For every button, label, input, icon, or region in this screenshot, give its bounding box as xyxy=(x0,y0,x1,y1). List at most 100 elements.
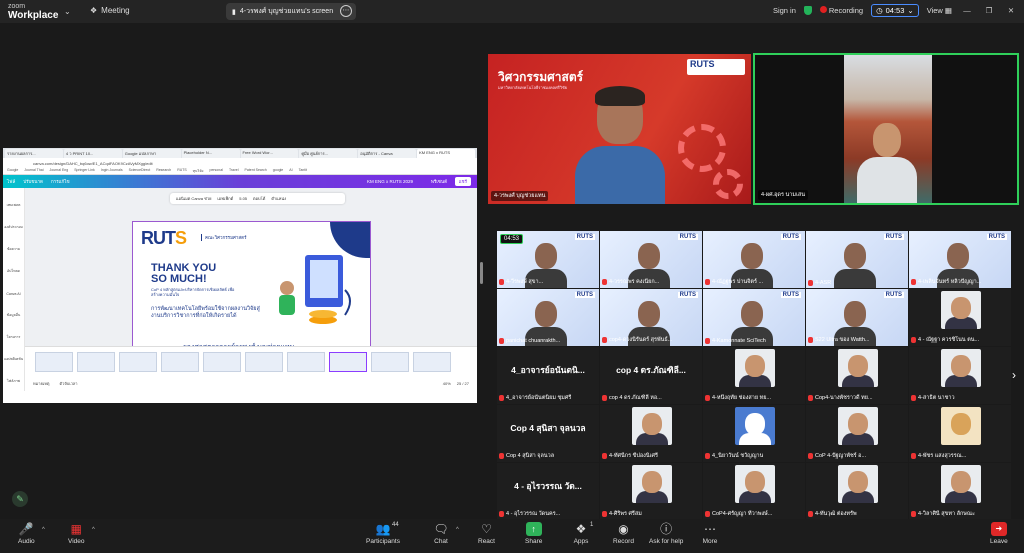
caret-up-icon[interactable]: ^ xyxy=(42,527,45,533)
video-tile[interactable]: RUTS 4-วรรณพร คงเนียก... xyxy=(600,231,702,288)
bookmark[interactable]: RUTS xyxy=(177,168,187,174)
video-tile[interactable]: RUTS cop4-ดวงนิรันดร์ สุรพันธ์... xyxy=(600,289,702,346)
canva-panel-item[interactable]: แอปพลิเคชัน xyxy=(3,342,24,364)
video-button[interactable]: ▦ Video xyxy=(68,522,85,545)
canva-share-button[interactable]: แชร์ xyxy=(454,177,471,186)
toolbar-item[interactable]: เอฟเฟ็กต์ xyxy=(217,195,233,202)
canva-panel-item[interactable]: องค์ประกอบ xyxy=(3,210,24,232)
slide-thumbnail[interactable] xyxy=(77,352,115,372)
browser-tab[interactable]: คู่มือ ศูนย์การ... xyxy=(299,149,358,158)
zoom-percent[interactable]: 40% xyxy=(443,381,451,386)
slide-thumbnail[interactable] xyxy=(287,352,325,372)
record-button[interactable]: ◉ Record xyxy=(613,522,634,545)
view-button[interactable]: View ▦ xyxy=(927,6,952,15)
page-count[interactable]: 25 / 27 xyxy=(457,381,469,386)
chevron-down-icon[interactable]: ⌄ xyxy=(64,7,71,16)
bookmark[interactable]: Google xyxy=(7,168,18,174)
leave-button[interactable]: ➜ Leave xyxy=(990,522,1008,545)
video-tile[interactable]: cop 4 ดร.ภัณฑิลี... cop 4 ดร.ภัณฑิลี หอ..… xyxy=(600,347,702,404)
share-button[interactable]: ↑ Share xyxy=(525,522,542,545)
video-tile[interactable]: RUTS 04:53 4-วีรพงษ์ สุขา... xyxy=(497,231,599,288)
toolbar-item[interactable]: ตอบโต้ xyxy=(253,195,265,202)
bookmark[interactable]: Research xyxy=(156,168,171,174)
video-tile[interactable]: 4-ศิริพร ศรีสม xyxy=(600,463,702,520)
video-tile[interactable]: RUTS 4-เพลินจันทร์ หลิวปัญญา... xyxy=(909,231,1011,288)
video-tile[interactable]: CoP4-ศรัญญา ทีวาพงษ์... xyxy=(703,463,805,520)
audio-button[interactable]: 🎤 Audio xyxy=(18,522,35,545)
slide-thumbnail[interactable] xyxy=(245,352,283,372)
video-tile[interactable]: 4-สาธิต นาชาว xyxy=(909,347,1011,404)
bookmark[interactable]: AI xyxy=(289,168,292,174)
bookmark[interactable]: Journal Eng xyxy=(50,168,69,174)
browser-tab[interactable]: อนุมัติการ - Canva xyxy=(358,149,417,158)
canva-present[interactable]: พรีเซนต์ xyxy=(431,178,447,185)
canva-panel-item[interactable]: อัปโหลด xyxy=(3,254,24,276)
meeting-timer[interactable]: ◷ 04:53 ⌄ xyxy=(871,4,919,17)
video-tile[interactable]: 4_อาจารย์อนันตนิ... 4_อาจารย์อนันตนิยม ชุ… xyxy=(497,347,599,404)
bookmark[interactable]: Springer Link xyxy=(74,168,95,174)
bookmark[interactable]: Travel xyxy=(229,168,239,174)
timer-button[interactable]: ตัวจับเวลา xyxy=(59,380,77,387)
shared-screen[interactable]: รายงานผลการ... 4 ว PRINT 10... Google แป… xyxy=(3,148,477,403)
video-tile-pinned[interactable]: 4-ผศ.อุดร นามเสน xyxy=(753,53,1019,205)
video-tile[interactable]: RUTS 4-Kamonnate SciTech xyxy=(703,289,805,346)
react-button[interactable]: ♡ React xyxy=(478,522,495,545)
slide-thumbnail[interactable] xyxy=(413,352,451,372)
canva-panel-item[interactable]: ข้อมูลอื่น xyxy=(3,298,24,320)
more-button[interactable]: ⋯ More xyxy=(702,522,718,545)
close-icon[interactable]: ✕ xyxy=(1004,6,1018,15)
canva-panel-item[interactable]: ข้อความ xyxy=(3,232,24,254)
shield-icon[interactable] xyxy=(803,6,812,15)
canva-menu-resize[interactable]: ปรับขนาด xyxy=(23,178,43,185)
chat-button[interactable]: 🗨 Chat xyxy=(433,522,449,545)
browser-tab[interactable]: 4 ว PRINT 10... xyxy=(63,149,122,158)
slide-thumbnail[interactable] xyxy=(161,352,199,372)
video-tile[interactable]: 4 - อุไรวรรณ วัด... 4 - อุไรวรรณ วัดนคร..… xyxy=(497,463,599,520)
toolbar-item[interactable]: ตำแหน่ง xyxy=(271,195,286,202)
browser-tab-active[interactable]: KM ENG x RUTS xyxy=(417,149,475,158)
browser-tab[interactable]: Google แปลภาษา xyxy=(122,149,181,158)
video-tile[interactable]: RUTS 4-ณัฏฐพร ปานจิตร์ ... xyxy=(703,231,805,288)
caret-up-icon[interactable]: ^ xyxy=(456,527,459,533)
video-tile[interactable]: Cop 4 สุนิสา จุลนวล Cop 4 สุนิสา จุลนวล xyxy=(497,405,599,462)
canva-panel-item[interactable]: Canva AI xyxy=(3,276,24,298)
bookmark[interactable]: google xyxy=(273,168,284,174)
canva-panel-item[interactable]: เทมเพลต xyxy=(3,188,24,210)
toolbar-item[interactable]: แอนิเมต Canva ช่วย xyxy=(176,195,211,202)
panel-resize-handle[interactable] xyxy=(480,262,483,284)
next-page-chevron-icon[interactable]: › xyxy=(1012,368,1016,382)
canva-panel-item[interactable]: โครงการ xyxy=(3,320,24,342)
slide-thumbnail[interactable] xyxy=(371,352,409,372)
bookmark[interactable]: personal xyxy=(210,168,223,174)
meeting-menu[interactable]: ❖ Meeting xyxy=(90,6,130,15)
video-tile[interactable]: 4-ทันวุฒิ ต่องทรัพ xyxy=(806,463,908,520)
ask-for-help-button[interactable]: ⓘ Ask for help xyxy=(649,522,683,545)
video-tile[interactable]: Cop4-นางพัชราวดี ทย... xyxy=(806,347,908,404)
slide-thumbnail[interactable] xyxy=(119,352,157,372)
recording-indicator[interactable]: Recording xyxy=(819,6,863,15)
share-screen-tab[interactable]: ▮ 4-วรพงศ์ บุญช่วยแทน's screen ⋯ xyxy=(226,3,356,20)
apps-button[interactable]: ❖ Apps xyxy=(573,522,589,545)
annotate-pencil-icon[interactable]: ✎ xyxy=(12,491,28,507)
video-tile[interactable]: RUTS 4-ASR xyxy=(806,231,908,288)
browser-tab[interactable]: รายงานผลการ... xyxy=(5,149,63,158)
toolbar-item[interactable]: 5.05 xyxy=(239,196,247,201)
caret-up-icon[interactable]: ^ xyxy=(92,527,95,533)
slide-thumbnail[interactable] xyxy=(35,352,73,372)
video-tile[interactable]: 4-พัชร แสงสุวรรณ... xyxy=(909,405,1011,462)
slide-thumbnail-selected[interactable] xyxy=(329,352,367,372)
video-tile[interactable]: 4-วิลาศินี สุขทา ลักษณะ xyxy=(909,463,1011,520)
video-tile[interactable]: RUTS panichat chuanrakth... xyxy=(497,289,599,346)
address-bar[interactable]: canva.com/design/DAHC_bq6ow/E1_ACqdFAOK9… xyxy=(3,158,477,168)
video-tile[interactable]: 4-หนึ่งฤทัย ช่องสาย ทย... xyxy=(703,347,805,404)
bookmark[interactable]: ScienceDirect xyxy=(129,168,151,174)
bookmark[interactable]: Tantit xyxy=(299,168,307,174)
bookmark[interactable]: Journal Thai xyxy=(24,168,43,174)
browser-tab[interactable]: Free Word Wor... xyxy=(240,149,299,158)
minimize-icon[interactable]: — xyxy=(960,6,974,15)
slide-thumbnail[interactable] xyxy=(203,352,241,372)
more-options-icon[interactable]: ⋯ xyxy=(340,5,352,17)
browser-tab[interactable]: Placeholder N... xyxy=(181,149,240,158)
notes-button[interactable]: หมายเหตุ xyxy=(33,380,49,387)
canva-menu-edit[interactable]: การแก้ไข xyxy=(51,178,70,185)
